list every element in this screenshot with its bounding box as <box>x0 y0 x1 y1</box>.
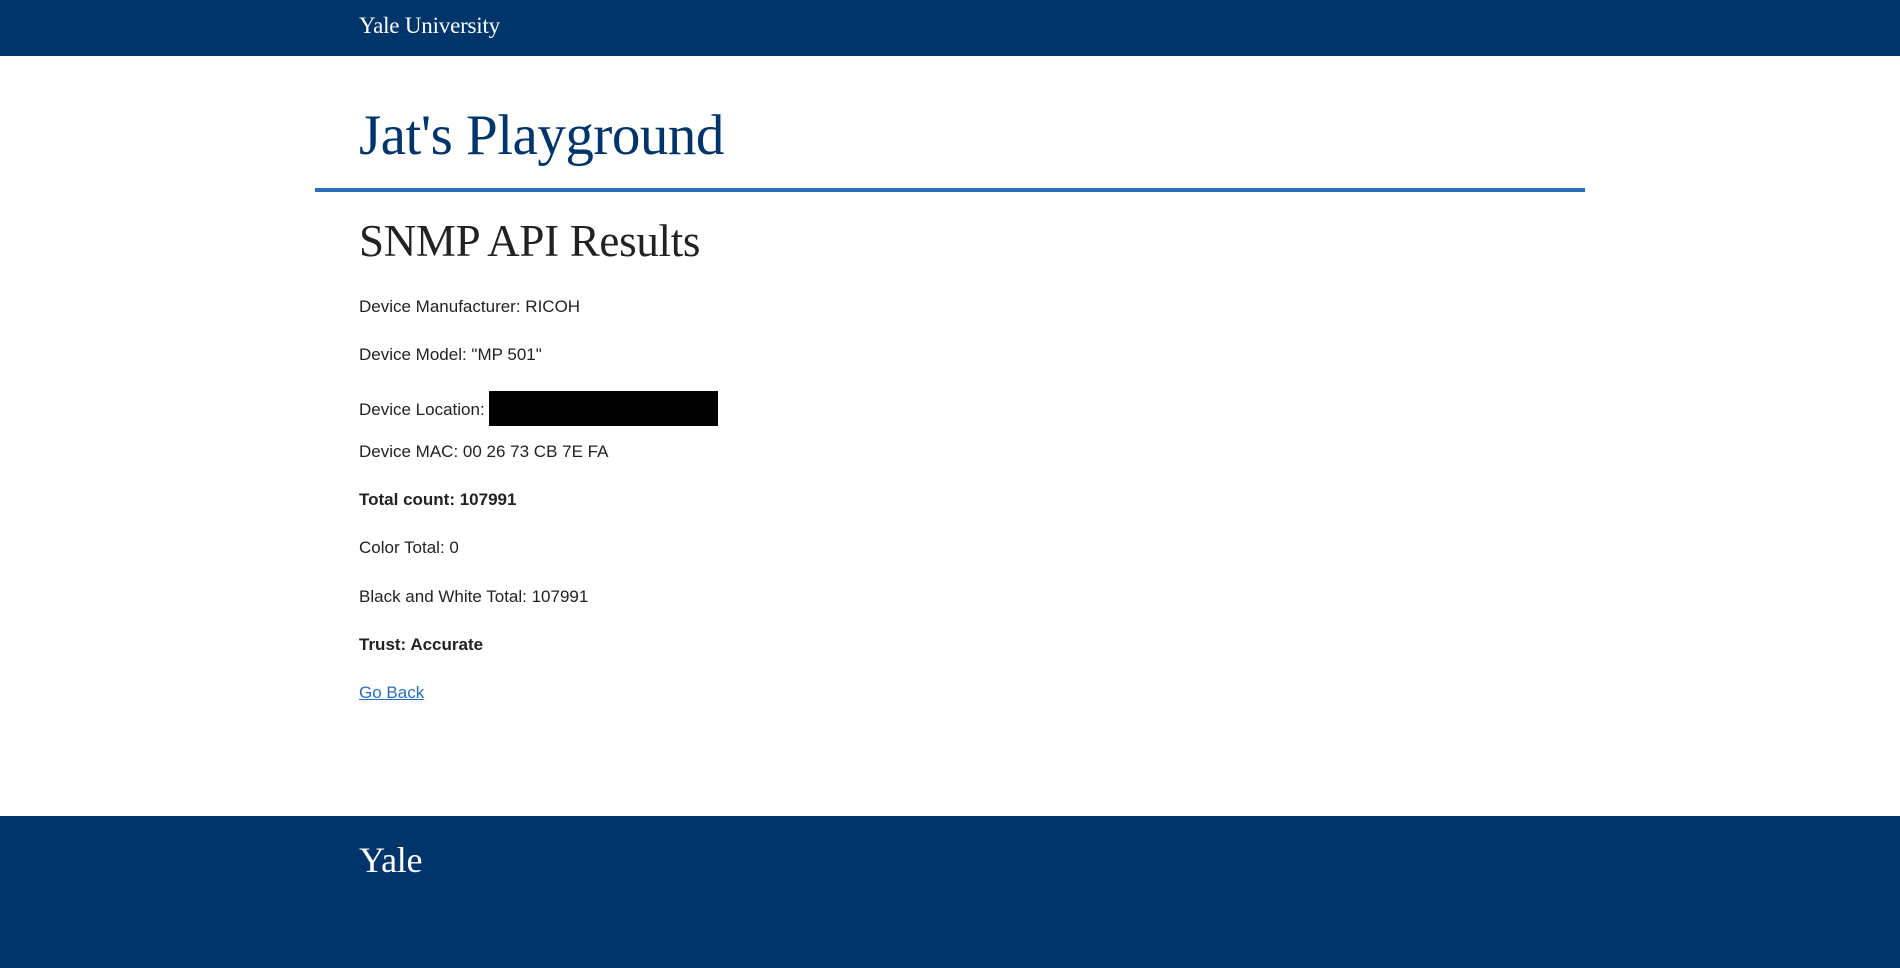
device-mac: Device MAC: 00 26 73 CB 7E FA <box>359 442 609 461</box>
black-and-white-total: Black and White Total: 107991 <box>359 587 589 606</box>
redacted-location-block <box>488 391 718 426</box>
device-manufacturer: Device Manufacturer: RICOH <box>359 297 581 316</box>
page-heading: SNMP API Results <box>359 216 701 266</box>
total-count: Total count: 107991 <box>359 490 517 509</box>
yale-university-link[interactable]: Yale University <box>359 13 500 39</box>
device-model: Device Model: "MP 501" <box>359 345 542 364</box>
go-back-link[interactable]: Go Back <box>359 682 424 704</box>
trust-status: Trust: Accurate <box>359 635 484 654</box>
site-title[interactable]: Jat's Playground <box>359 100 724 172</box>
footer: Yale <box>0 816 1900 968</box>
device-location: Device Location: <box>359 391 718 428</box>
title-divider <box>315 188 1585 192</box>
yale-wordmark-link[interactable]: Yale <box>359 839 422 881</box>
device-location-label: Device Location: <box>359 399 485 419</box>
top-bar: Yale University <box>0 0 1900 56</box>
color-total: Color Total: 0 <box>359 538 459 557</box>
